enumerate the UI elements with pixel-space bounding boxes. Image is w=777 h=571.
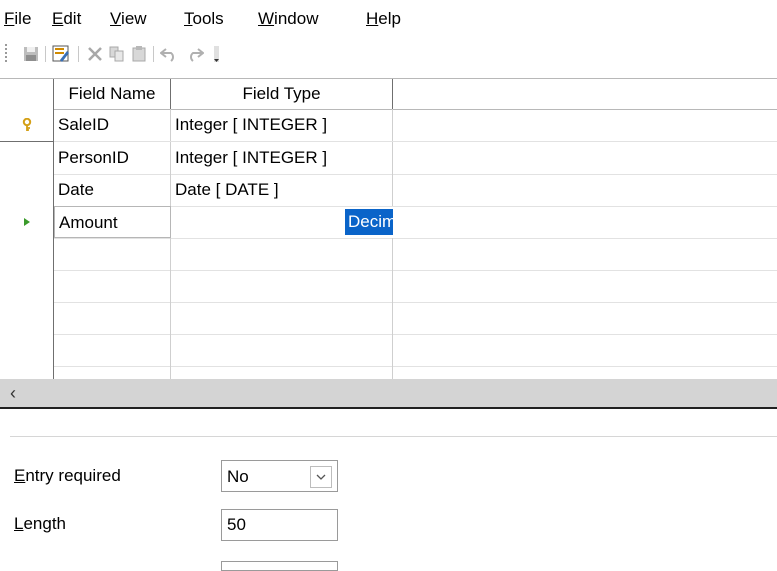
redo-icon[interactable] — [184, 42, 206, 66]
field-type-cell[interactable] — [171, 238, 393, 270]
chevron-down-icon[interactable] — [310, 466, 332, 488]
menu-edit[interactable]: Edit — [52, 9, 81, 29]
description-cell[interactable] — [393, 142, 777, 174]
field-type-cell[interactable] — [171, 334, 393, 366]
row-header[interactable] — [0, 302, 54, 335]
toolbar-separator — [45, 46, 46, 62]
field-name-cell[interactable] — [54, 334, 171, 366]
row-header-corner — [0, 79, 54, 109]
field-type-cell: Decimal [ DECIMAL ] — [171, 206, 393, 238]
current-row-arrow-icon — [23, 218, 30, 226]
field-name-cell[interactable] — [54, 366, 171, 379]
row-header[interactable] — [0, 174, 54, 207]
field-name-cell[interactable]: Amount — [54, 206, 171, 238]
row-header[interactable] — [0, 206, 54, 239]
field-name-cell[interactable] — [54, 270, 171, 302]
toolbar-separator — [78, 46, 79, 62]
length-label: Length — [14, 514, 67, 533]
menu-window[interactable]: Window — [258, 9, 318, 29]
field-type-cell[interactable]: Integer [ INTEGER ] — [171, 109, 393, 141]
description-cell[interactable] — [393, 366, 777, 379]
description-cell[interactable] — [393, 238, 777, 270]
next-property-field[interactable] — [221, 561, 338, 571]
description-cell[interactable] — [393, 302, 777, 334]
primary-key-icon — [22, 118, 31, 131]
entry-required-value: No — [227, 467, 249, 486]
row-header[interactable] — [0, 334, 54, 367]
scroll-left-icon[interactable]: ‹ — [10, 383, 16, 403]
table-row[interactable] — [0, 366, 777, 379]
toolbar-grip[interactable] — [5, 44, 7, 64]
table-row[interactable]: Date Date [ DATE ] — [0, 174, 777, 207]
menu-bar: File Edit View Tools Window Help — [0, 0, 777, 34]
field-type-cell[interactable]: Integer [ INTEGER ] — [171, 142, 393, 174]
table-row[interactable] — [0, 302, 777, 335]
edit-icon[interactable] — [50, 42, 72, 66]
row-header[interactable] — [0, 366, 54, 379]
table-row[interactable] — [0, 270, 777, 303]
description-cell[interactable] — [393, 270, 777, 302]
separator-line — [10, 436, 777, 437]
row-header[interactable] — [0, 238, 54, 271]
copy-icon[interactable] — [106, 42, 128, 66]
more-icon[interactable] — [206, 42, 228, 66]
field-type-cell[interactable] — [171, 366, 393, 379]
menu-file[interactable]: File — [4, 9, 31, 29]
row-header[interactable] — [0, 270, 54, 303]
field-name-cell[interactable] — [54, 302, 171, 334]
table-row[interactable]: SaleID Integer [ INTEGER ] — [0, 109, 777, 142]
entry-required-dropdown[interactable]: No — [221, 460, 338, 492]
toolbar — [0, 38, 777, 70]
pane-divider[interactable] — [0, 407, 777, 409]
column-header-field-type[interactable]: Field Type — [171, 79, 393, 109]
field-type-cell[interactable]: Date [ DATE ] — [171, 174, 393, 206]
menu-tools[interactable]: Tools — [184, 9, 224, 29]
column-header-field-name[interactable]: Field Name — [54, 79, 171, 109]
table-row[interactable]: PersonID Integer [ INTEGER ] — [0, 142, 777, 175]
horizontal-scrollbar[interactable]: ‹ — [0, 379, 777, 407]
description-cell[interactable] — [393, 109, 777, 141]
paste-icon[interactable] — [128, 42, 150, 66]
field-name-cell[interactable]: PersonID — [54, 142, 171, 174]
cut-icon[interactable] — [84, 42, 106, 66]
entry-required-label: Entry required — [14, 466, 121, 485]
length-field[interactable]: 50 — [221, 509, 338, 541]
column-header-description[interactable] — [393, 79, 777, 109]
field-table: Field Name Field Type SaleID Integer [ I… — [0, 78, 777, 379]
save-icon[interactable] — [20, 42, 42, 66]
table-row[interactable] — [0, 238, 777, 271]
field-type-cell[interactable] — [171, 270, 393, 302]
undo-icon[interactable] — [158, 42, 180, 66]
field-name-cell[interactable]: Date — [54, 174, 171, 206]
menu-view[interactable]: View — [110, 9, 147, 29]
field-name-cell[interactable]: SaleID — [54, 109, 171, 141]
table-row[interactable]: Amount Decimal [ DECIMAL ] — [0, 206, 777, 239]
description-cell[interactable] — [393, 174, 777, 206]
description-cell[interactable] — [393, 334, 777, 366]
table-row[interactable] — [0, 334, 777, 367]
row-header[interactable] — [0, 109, 54, 142]
toolbar-separator — [153, 46, 154, 62]
field-name-cell[interactable] — [54, 238, 171, 270]
field-type-cell[interactable] — [171, 302, 393, 334]
field-type-selected-value: Decimal [ DECIMAL ] — [345, 209, 393, 235]
row-header[interactable] — [0, 142, 54, 175]
menu-help[interactable]: Help — [366, 9, 401, 29]
description-cell[interactable] — [393, 206, 777, 238]
table-header: Field Name Field Type — [0, 78, 777, 110]
field-type-dropdown[interactable]: Decimal [ DECIMAL ] — [343, 208, 393, 236]
